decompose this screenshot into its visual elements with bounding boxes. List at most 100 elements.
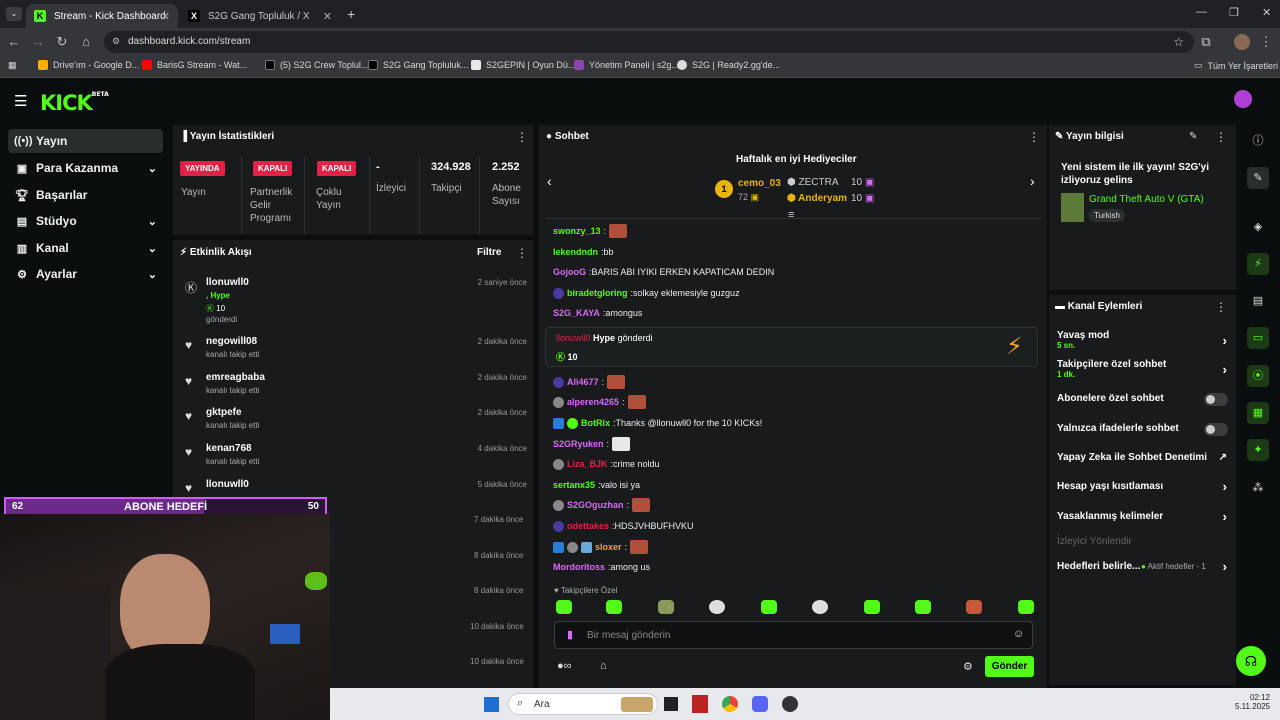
- close-icon[interactable]: ✕: [161, 10, 170, 23]
- emote-button[interactable]: [864, 600, 880, 614]
- dashboard-icon[interactable]: ▦: [1247, 402, 1269, 424]
- sidebar-item-kanal[interactable]: ▥ Kanal ⌄: [8, 236, 163, 260]
- emote-button[interactable]: [556, 600, 572, 614]
- activity-menu-icon[interactable]: ⋮: [516, 246, 528, 260]
- menu-icon[interactable]: ⋮: [1258, 34, 1274, 50]
- chat-menu-icon[interactable]: ⋮: [1028, 130, 1040, 144]
- tab-kick-dashboard[interactable]: K Stream - Kick Dashboard ✕: [26, 4, 178, 28]
- action-banned-words[interactable]: Yasaklanmış kelimeler ›: [1057, 509, 1227, 524]
- bookmark-item[interactable]: S2GEPIN | Oyun Dü...: [471, 60, 575, 70]
- new-tab-icon[interactable]: +: [347, 6, 355, 22]
- forward-icon[interactable]: →: [30, 34, 46, 49]
- sidebar-item-ayarlar[interactable]: ⚙ Ayarlar ⌄: [8, 262, 163, 286]
- kick-logo[interactable]: KICKBETA: [40, 91, 109, 115]
- chat-users-icon[interactable]: ●∞: [557, 660, 572, 672]
- chat-settings-gear-icon[interactable]: ⚙: [963, 660, 973, 673]
- category-link[interactable]: Grand Theft Auto V (GTA): [1089, 194, 1204, 205]
- chat-icon[interactable]: ▭: [1247, 327, 1269, 349]
- profile-avatar[interactable]: [1234, 34, 1250, 50]
- task-view-icon[interactable]: [664, 697, 678, 711]
- category-thumbnail[interactable]: [1061, 193, 1084, 222]
- sidebar-item-basarilar[interactable]: 🏆︎ Başarılar: [8, 183, 163, 207]
- url-input[interactable]: ⚙ dashboard.kick.com/stream ☆: [104, 31, 1194, 53]
- apps-icon[interactable]: ▦: [8, 60, 17, 71]
- app-icon[interactable]: [692, 695, 708, 713]
- action-goals[interactable]: Hedefleri belirle... ● Aktif hedefler - 1…: [1057, 559, 1227, 574]
- tab-search-icon[interactable]: ⌄: [6, 7, 22, 21]
- chevron-right-icon[interactable]: ›: [1030, 173, 1035, 189]
- active-dot-icon: ●: [1141, 562, 1148, 571]
- kick-coin-icon: Ⓚ: [556, 352, 568, 362]
- bookmark-item[interactable]: Drive'ım - Google D...: [38, 60, 139, 70]
- emote-button[interactable]: [1018, 600, 1034, 614]
- back-icon[interactable]: ←: [6, 34, 22, 49]
- emote-button[interactable]: [915, 600, 931, 614]
- close-window-icon[interactable]: ✕: [1262, 6, 1271, 19]
- subscribers-only-toggle[interactable]: [1204, 393, 1228, 406]
- bookmark-item[interactable]: BarisG Stream - Wat...: [142, 60, 247, 70]
- emote-button[interactable]: [966, 600, 982, 614]
- info-icon[interactable]: ⓘ: [1247, 130, 1269, 152]
- bookmark-item[interactable]: S2G | Ready2.gg'de...: [677, 60, 780, 70]
- chrome-icon[interactable]: [722, 696, 738, 712]
- tab-x[interactable]: X S2G Gang Topluluk / X ✕: [180, 4, 340, 28]
- tools-icon[interactable]: ✦: [1247, 439, 1269, 461]
- emote-button[interactable]: [658, 600, 674, 614]
- edit-icon[interactable]: ✎: [1247, 167, 1269, 189]
- action-ai-moderation[interactable]: Yapay Zeka ile Sohbet Denetimi ↗: [1057, 452, 1227, 463]
- taskbar-clock[interactable]: 02:12 5.11.2025: [1235, 693, 1270, 711]
- tag-pill[interactable]: Turkish: [1089, 209, 1125, 222]
- community-icon[interactable]: ⁂: [1247, 477, 1269, 499]
- event-time: 10 dakika önce: [470, 657, 524, 666]
- bookmark-star-icon[interactable]: ☆: [1173, 35, 1184, 49]
- home-icon[interactable]: ⌂: [78, 34, 94, 49]
- bookmark-item[interactable]: S2G Gang Topluluk...: [368, 60, 468, 70]
- microphone-icon[interactable]: ▮: [567, 628, 573, 641]
- action-account-age[interactable]: Hesap yaşı kısıtlaması ›: [1057, 479, 1227, 494]
- sidebar-item-studyo[interactable]: ▤ Stüdyo ⌄: [8, 209, 163, 233]
- emoji-picker-icon[interactable]: ☺: [1013, 628, 1024, 640]
- gift-message-card: llonuwll0 Hype gönderdi Ⓚ 10 ⚡︎: [545, 327, 1038, 367]
- badge-icon: [553, 417, 564, 429]
- maximize-icon[interactable]: ❐: [1229, 6, 1239, 19]
- info-menu-icon[interactable]: ⋮: [1215, 130, 1227, 144]
- filter-button[interactable]: Filtre: [477, 247, 501, 258]
- broadcast-icon[interactable]: ⦿: [1247, 365, 1269, 387]
- emote-button[interactable]: [709, 600, 725, 614]
- user-avatar[interactable]: [1234, 90, 1252, 108]
- bookmark-item[interactable]: Yönetim Paneli | s2g...: [574, 60, 679, 70]
- windows-taskbar: ⌕ Ara 02:12 5.11.2025: [330, 688, 1280, 720]
- sidebar-item-yayin[interactable]: ((•)) Yayın: [8, 129, 163, 153]
- extensions-icon[interactable]: ⧉: [1198, 34, 1214, 50]
- emotes-only-toggle[interactable]: [1204, 423, 1228, 436]
- chat-message-input[interactable]: ▮ Bir mesaj gönderin ☺: [554, 621, 1033, 649]
- windows-start-icon[interactable]: [484, 697, 499, 712]
- clipboard-icon[interactable]: ▤: [1247, 290, 1269, 312]
- action-slow-mode[interactable]: Yavaş mod 5 sn. ›: [1057, 330, 1227, 350]
- send-button[interactable]: Gönder: [985, 656, 1034, 677]
- emote-button[interactable]: [812, 600, 828, 614]
- action-followers-only[interactable]: Takipçilere özel sohbet 1 dk. ›: [1057, 359, 1227, 379]
- all-bookmarks[interactable]: ▭ Tüm Yer İşaretleri: [1194, 60, 1278, 71]
- support-headset-icon[interactable]: ☊: [1236, 646, 1266, 676]
- collapse-icon[interactable]: ≡: [788, 209, 794, 221]
- emote-button[interactable]: [761, 600, 777, 614]
- actions-menu-icon[interactable]: ⋮: [1215, 300, 1227, 314]
- hamburger-menu-icon[interactable]: ☰: [14, 92, 27, 110]
- discord-icon[interactable]: [752, 696, 768, 712]
- taskbar-search[interactable]: ⌕ Ara: [508, 693, 658, 715]
- bolt-icon[interactable]: ⚡︎: [1247, 253, 1269, 275]
- sidebar-item-para-kazanma[interactable]: ▣ Para Kazanma ⌄: [8, 156, 163, 180]
- emote-button[interactable]: [606, 600, 622, 614]
- reload-icon[interactable]: ↻: [54, 34, 70, 50]
- bookmark-item[interactable]: (5) S2G Crew Toplul...: [265, 60, 368, 70]
- site-info-icon[interactable]: ⚙: [112, 36, 120, 47]
- stats-menu-icon[interactable]: ⋮: [516, 130, 528, 144]
- close-icon[interactable]: ✕: [323, 10, 332, 23]
- edit-pencil-icon[interactable]: ✎: [1189, 131, 1197, 142]
- capture-icon[interactable]: ◈: [1247, 216, 1269, 238]
- minimize-icon[interactable]: —: [1196, 6, 1207, 18]
- store-icon[interactable]: ⌂: [600, 660, 607, 672]
- chevron-left-icon[interactable]: ‹: [547, 173, 552, 189]
- obs-icon[interactable]: [782, 696, 798, 712]
